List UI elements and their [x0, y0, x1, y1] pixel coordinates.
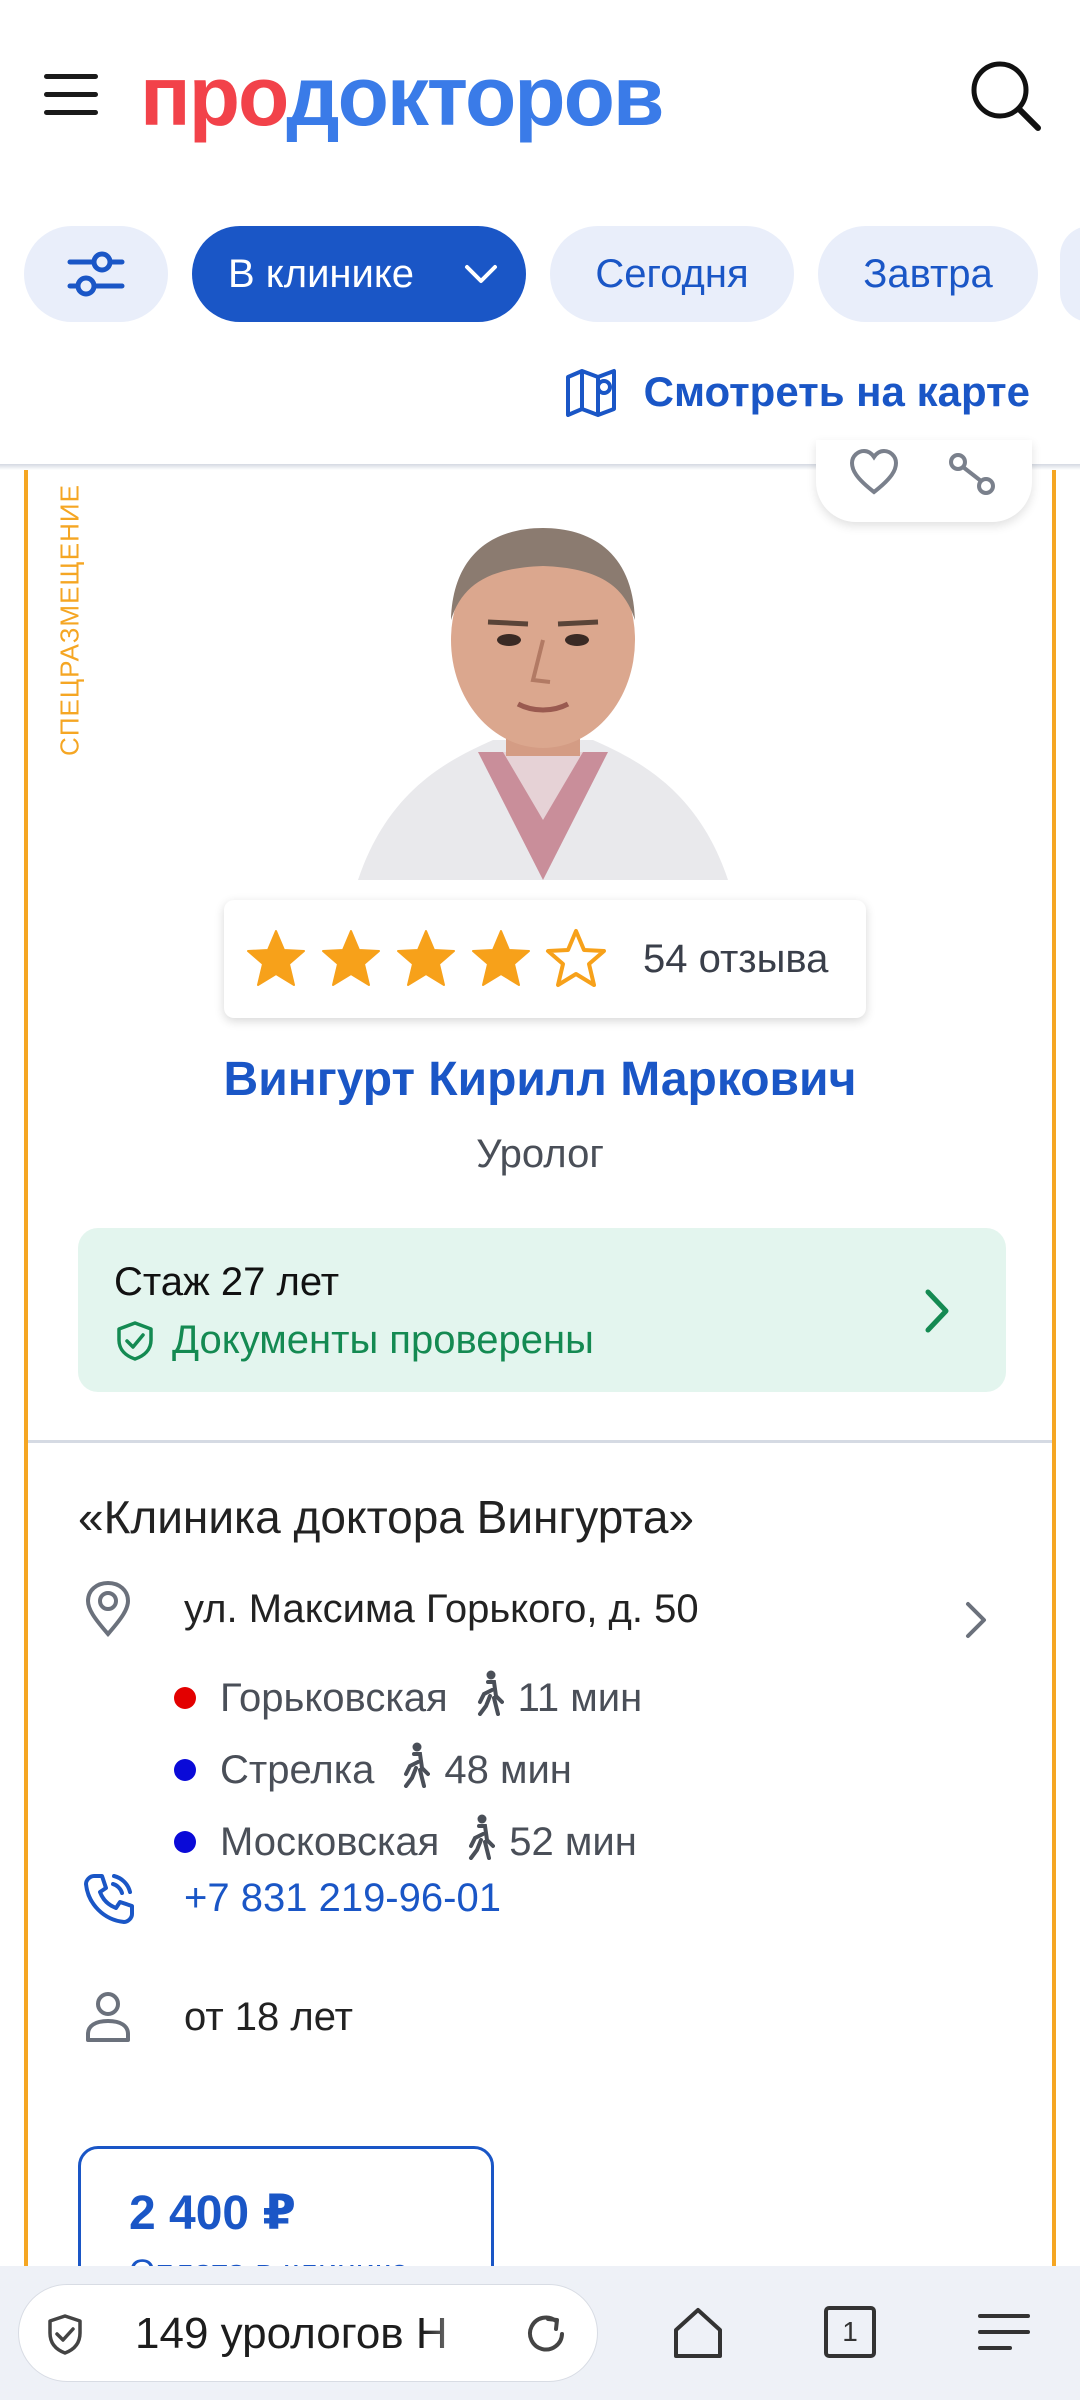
- metro-walk-time: 52 мин: [509, 1819, 637, 1864]
- doctor-specialty: Уролог: [476, 1132, 604, 1176]
- chevron-right-icon: [925, 1289, 949, 1333]
- documents-verified: Документы проверены: [114, 1318, 594, 1363]
- address-chevron-right-icon[interactable]: [964, 1600, 988, 1640]
- logo-part-2: докторов: [286, 49, 664, 143]
- star-empty-icon: [544, 927, 608, 991]
- documents-verified-label: Документы проверены: [172, 1318, 594, 1362]
- chip-in-clinic-label: В клинике: [228, 252, 415, 296]
- sliders-icon: [67, 251, 125, 297]
- metro-line-dot: [174, 1759, 196, 1781]
- chip-tomorrow[interactable]: Завтра: [818, 226, 1038, 322]
- metro-walk-time: 11 мин: [517, 1675, 643, 1720]
- promo-label-text: СПЕЦРАЗМЕЩЕНИЕ: [54, 484, 85, 756]
- price-value: 2 400 ₽: [129, 2187, 296, 2240]
- view-on-map-link[interactable]: Смотреть на карте: [564, 362, 1030, 422]
- metro-line-dot: [174, 1687, 196, 1709]
- star-filled-icon: [469, 927, 533, 991]
- chevron-down-icon: [465, 265, 497, 283]
- phone-icon: [84, 1874, 134, 1924]
- tab-count: 1: [842, 2316, 858, 2347]
- star-filled-icon: [394, 927, 458, 991]
- clinic-phone-row[interactable]: +7 831 219-96-01: [78, 1870, 501, 1926]
- metro-item: Московская 52 мин: [174, 1814, 637, 1870]
- patient-age-row: от 18 лет: [78, 1990, 353, 2044]
- clinic-name[interactable]: «Клиника доктора Вингурта»: [78, 1490, 694, 1544]
- metro-item: Горьковская 11 мин: [174, 1670, 642, 1726]
- experience-text: Стаж 27 лет: [114, 1260, 340, 1304]
- star-filled-icon: [244, 927, 308, 991]
- browser-menu-icon[interactable]: [968, 2296, 1040, 2368]
- clinic-address-row[interactable]: ул. Максима Горького, д. 50: [78, 1580, 699, 1638]
- clinic-address: ул. Максима Горького, д. 50: [184, 1586, 699, 1631]
- home-icon[interactable]: [662, 2296, 734, 2368]
- chip-more[interactable]: [1060, 226, 1080, 322]
- filter-settings-button[interactable]: [24, 226, 168, 322]
- heart-icon[interactable]: [846, 446, 902, 502]
- logo-part-1: про: [140, 49, 288, 143]
- rating-stars: [244, 927, 619, 991]
- site-logo[interactable]: продокторов: [140, 46, 665, 146]
- chip-today[interactable]: Сегодня: [550, 226, 794, 322]
- site-header: продокторов: [0, 0, 1080, 190]
- walking-icon: [465, 1814, 496, 1870]
- tabs-button[interactable]: 1: [814, 2296, 886, 2368]
- favorite-share-group: [816, 440, 1032, 522]
- reviews-count: 54 отзыва: [643, 936, 829, 981]
- share-icon[interactable]: [944, 446, 1000, 502]
- chip-in-clinic[interactable]: В клинике: [192, 226, 526, 322]
- reload-icon[interactable]: [523, 2311, 569, 2357]
- clinic-phone: +7 831 219-96-01: [184, 1875, 501, 1920]
- person-icon: [86, 1992, 130, 2042]
- browser-bottom-bar: 149 урологов Н 1: [0, 2266, 1080, 2400]
- address-bar[interactable]: 149 урологов Н: [18, 2284, 598, 2382]
- metro-line-dot: [174, 1831, 196, 1853]
- experience-verification-box[interactable]: Стаж 27 лет Документы проверены: [78, 1228, 1006, 1392]
- metro-walk-time: 48 мин: [444, 1747, 572, 1792]
- promo-label: СПЕЦРАЗМЕЩЕНИЕ: [50, 470, 90, 770]
- map-icon: [565, 369, 616, 417]
- shield-check-icon: [117, 1320, 153, 1361]
- doctor-photo[interactable]: [328, 490, 758, 880]
- metro-station-name: Московская: [220, 1819, 440, 1864]
- walking-icon: [400, 1742, 431, 1798]
- view-on-map-label: Смотреть на карте: [643, 368, 1030, 415]
- metro-station-name: Горьковская: [220, 1675, 448, 1720]
- filter-chips: В клинике Сегодня Завтра: [0, 226, 1080, 326]
- metro-station-name: Стрелка: [220, 1747, 375, 1792]
- star-filled-icon: [319, 927, 383, 991]
- rating-box[interactable]: 54 отзыва: [224, 900, 866, 1018]
- card-divider: [28, 1440, 1052, 1443]
- shield-check-icon[interactable]: [45, 2313, 85, 2357]
- doctor-name[interactable]: Вингурт Кирилл Маркович: [28, 1052, 1052, 1107]
- hamburger-menu-icon[interactable]: [44, 72, 100, 116]
- walking-icon: [474, 1670, 504, 1726]
- metro-item: Стрелка 48 мин: [174, 1742, 572, 1798]
- location-pin-icon: [85, 1580, 131, 1638]
- doctor-card: СПЕЦРАЗМЕЩЕНИЕ 54 отзыва Вингурт Кирилл …: [24, 440, 1056, 2326]
- search-icon[interactable]: [968, 58, 1044, 134]
- patient-age: от 18 лет: [184, 1994, 353, 2039]
- address-bar-text: 149 урологов Н: [135, 2309, 448, 2358]
